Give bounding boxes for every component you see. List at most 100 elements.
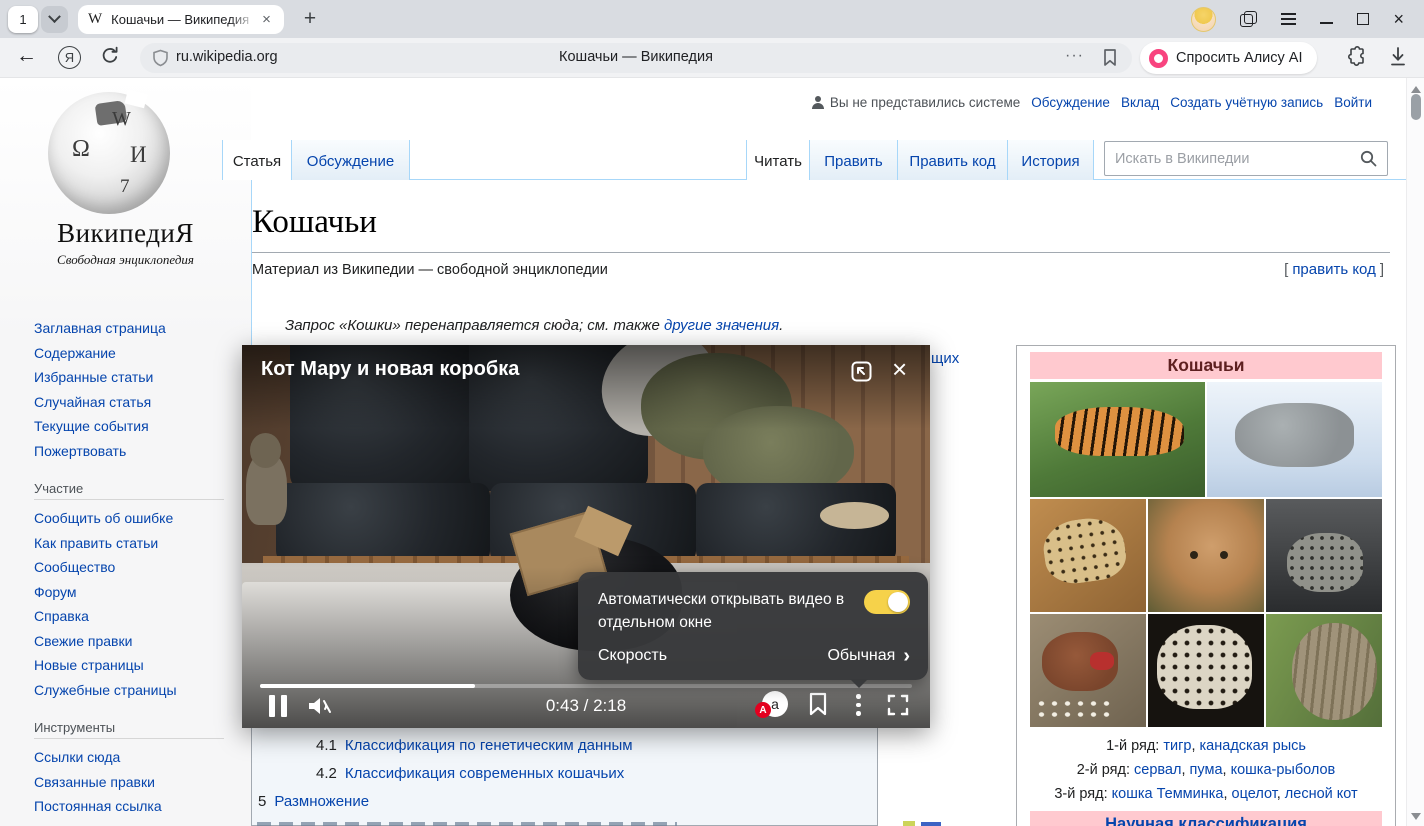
yandex-home-button[interactable]: Я bbox=[58, 46, 81, 69]
sidebar-item-what-links-here[interactable]: Ссылки сюда bbox=[34, 745, 234, 770]
wiki-search-input[interactable] bbox=[1105, 151, 1360, 167]
tab-counter-button[interactable]: 1 bbox=[8, 6, 38, 33]
link-temminck-cat[interactable]: кошка Темминка bbox=[1112, 786, 1224, 802]
photo-temminck-cat[interactable] bbox=[1030, 614, 1146, 727]
photo-canada-lynx[interactable] bbox=[1207, 382, 1382, 497]
browser-menu-icon[interactable] bbox=[1281, 13, 1296, 25]
side-panels-icon[interactable] bbox=[1240, 11, 1257, 28]
link-puma[interactable]: пума bbox=[1190, 762, 1223, 778]
photo-tiger[interactable] bbox=[1030, 382, 1205, 497]
wikipedia-globe-logo[interactable]: Ω W И 7 bbox=[48, 92, 170, 214]
auto-open-label: Автоматически открывать видео в отдельно… bbox=[598, 588, 848, 634]
auto-open-toggle[interactable] bbox=[864, 590, 910, 614]
tab-close-icon[interactable]: × bbox=[262, 12, 271, 27]
browser-window: 1 W Кошачьи — Википедия × + × ← Я ru.wik… bbox=[0, 0, 1424, 826]
video-title: Кот Мару и новая коробка bbox=[261, 358, 519, 381]
sidebar-item-featured[interactable]: Избранные статьи bbox=[34, 365, 234, 390]
sidebar-item-help[interactable]: Справка bbox=[34, 604, 234, 629]
video-progress-bar[interactable] bbox=[260, 684, 912, 688]
toc-item-5[interactable]: 5Размножение bbox=[258, 793, 369, 810]
tab-read[interactable]: Читать bbox=[746, 140, 810, 180]
personal-link-talk[interactable]: Обсуждение bbox=[1031, 95, 1110, 110]
sidebar-item-related-changes[interactable]: Связанные правки bbox=[34, 770, 234, 795]
profile-avatar[interactable] bbox=[1191, 7, 1216, 32]
sidebar-header-tools: Инструменты bbox=[34, 720, 224, 739]
link-canada-lynx[interactable]: канадская рысь bbox=[1200, 738, 1306, 754]
caption-row-3: 3-й ряд: кошка Темминка, оцелот, лесной … bbox=[1030, 782, 1382, 806]
link-tiger[interactable]: тигр bbox=[1163, 738, 1191, 754]
wikipedia-favicon: W bbox=[88, 11, 102, 28]
photo-fishing-cat[interactable] bbox=[1266, 499, 1382, 612]
video-bookmark-icon[interactable] bbox=[808, 692, 828, 716]
sidebar-item-new-pages[interactable]: Новые страницы bbox=[34, 653, 234, 678]
sidebar-item-permanent-link[interactable]: Постоянная ссылка bbox=[34, 794, 234, 819]
scroll-down-arrow[interactable] bbox=[1411, 813, 1421, 820]
tab-article[interactable]: Статья bbox=[222, 140, 292, 180]
sidebar-item-special-pages[interactable]: Служебные страницы bbox=[34, 678, 234, 703]
sidebar-item-report-error[interactable]: Сообщить об ошибке bbox=[34, 506, 234, 531]
personal-link-contributions[interactable]: Вклад bbox=[1121, 95, 1159, 110]
sidebar-item-random[interactable]: Случайная статья bbox=[34, 390, 234, 415]
collage-captions: 1-й ряд: тигр, канадская рысь 2-й ряд: с… bbox=[1030, 734, 1382, 806]
toc-item-4-2[interactable]: 4.2Классификация современных кошачьих bbox=[316, 765, 624, 782]
link-wildcat[interactable]: лесной кот bbox=[1285, 786, 1358, 802]
browser-tab[interactable]: W Кошачьи — Википедия × bbox=[78, 5, 284, 34]
sidebar-item-recent-changes[interactable]: Свежие правки bbox=[34, 629, 234, 654]
tab-list-chevron-button[interactable] bbox=[41, 6, 68, 33]
address-more-icon[interactable]: ··· bbox=[1065, 47, 1084, 65]
address-page-title: Кошачьи — Википедия bbox=[140, 49, 1132, 65]
downloads-icon[interactable] bbox=[1388, 46, 1408, 68]
classification-link[interactable]: Научная классификация bbox=[1105, 815, 1307, 826]
wikipedia-tagline: Свободная энциклопедия bbox=[0, 252, 251, 268]
translate-video-icon[interactable]: а A bbox=[762, 691, 788, 717]
occluded-text-fragment[interactable]: щих bbox=[931, 350, 959, 367]
address-bar[interactable]: ru.wikipedia.org Кошачьи — Википедия ··· bbox=[140, 43, 1132, 73]
sidebar-item-contents[interactable]: Содержание bbox=[34, 341, 234, 366]
minimize-button[interactable] bbox=[1320, 22, 1333, 24]
taxobox-title: Кошачьи bbox=[1030, 352, 1382, 379]
link-fishing-cat[interactable]: кошка-рыболов bbox=[1231, 762, 1336, 778]
photo-ocelot[interactable] bbox=[1148, 614, 1264, 727]
login-status: Вы не представились системе bbox=[811, 95, 1020, 110]
wikipedia-wordmark[interactable]: ВикипедиЯ bbox=[0, 218, 251, 249]
fullscreen-icon[interactable] bbox=[886, 693, 910, 717]
sidebar-item-main-page[interactable]: Заглавная страница bbox=[34, 316, 234, 341]
scroll-thumb[interactable] bbox=[1411, 94, 1421, 120]
tab-discussion[interactable]: Обсуждение bbox=[292, 140, 410, 180]
return-to-tab-icon[interactable] bbox=[850, 360, 873, 383]
bookmark-icon[interactable] bbox=[1102, 48, 1118, 67]
tab-edit-source[interactable]: Править код bbox=[898, 140, 1008, 180]
site-subtitle: Материал из Википедии — свободной энцикл… bbox=[252, 262, 608, 278]
extensions-icon[interactable] bbox=[1343, 45, 1367, 69]
personal-link-create-account[interactable]: Создать учётную запись bbox=[1170, 95, 1323, 110]
sidebar-item-current-events[interactable]: Текущие события bbox=[34, 414, 234, 439]
sidebar-item-community[interactable]: Сообщество bbox=[34, 555, 234, 580]
tab-edit[interactable]: Править bbox=[810, 140, 898, 180]
photo-serval[interactable] bbox=[1030, 499, 1146, 612]
new-tab-button[interactable]: + bbox=[296, 5, 324, 33]
search-icon[interactable] bbox=[1360, 150, 1377, 167]
video-pip-player[interactable]: Кот Мару и новая коробка × 0:43 / 2:18 а… bbox=[242, 345, 930, 728]
sidebar-item-donate[interactable]: Пожертвовать bbox=[34, 439, 234, 464]
toc-item-4-1[interactable]: 4.1Классификация по генетическим данным bbox=[316, 737, 633, 754]
scroll-up-arrow[interactable] bbox=[1411, 86, 1421, 93]
edit-source-link[interactable]: править код bbox=[1288, 261, 1380, 278]
speed-row[interactable]: Скорость Обычная › bbox=[598, 646, 910, 666]
link-ocelot[interactable]: оцелот bbox=[1232, 786, 1277, 802]
page-scrollbar[interactable] bbox=[1406, 78, 1424, 826]
photo-puma[interactable] bbox=[1148, 499, 1264, 612]
link-serval[interactable]: сервал bbox=[1134, 762, 1181, 778]
sidebar-item-forum[interactable]: Форум bbox=[34, 580, 234, 605]
reload-button[interactable] bbox=[100, 46, 120, 66]
sidebar-item-how-to-edit[interactable]: Как править статьи bbox=[34, 531, 234, 556]
video-more-icon[interactable] bbox=[856, 694, 861, 716]
photo-wildcat[interactable] bbox=[1266, 614, 1382, 727]
back-button[interactable]: ← bbox=[16, 44, 37, 68]
maximize-button[interactable] bbox=[1357, 13, 1369, 25]
personal-link-login[interactable]: Войти bbox=[1334, 95, 1372, 110]
hatnote-link[interactable]: другие значения bbox=[664, 317, 779, 334]
close-window-button[interactable]: × bbox=[1393, 10, 1404, 28]
ask-alice-button[interactable]: Спросить Алису AI bbox=[1140, 42, 1317, 74]
close-video-icon[interactable]: × bbox=[892, 356, 907, 382]
tab-history[interactable]: История bbox=[1008, 140, 1094, 180]
